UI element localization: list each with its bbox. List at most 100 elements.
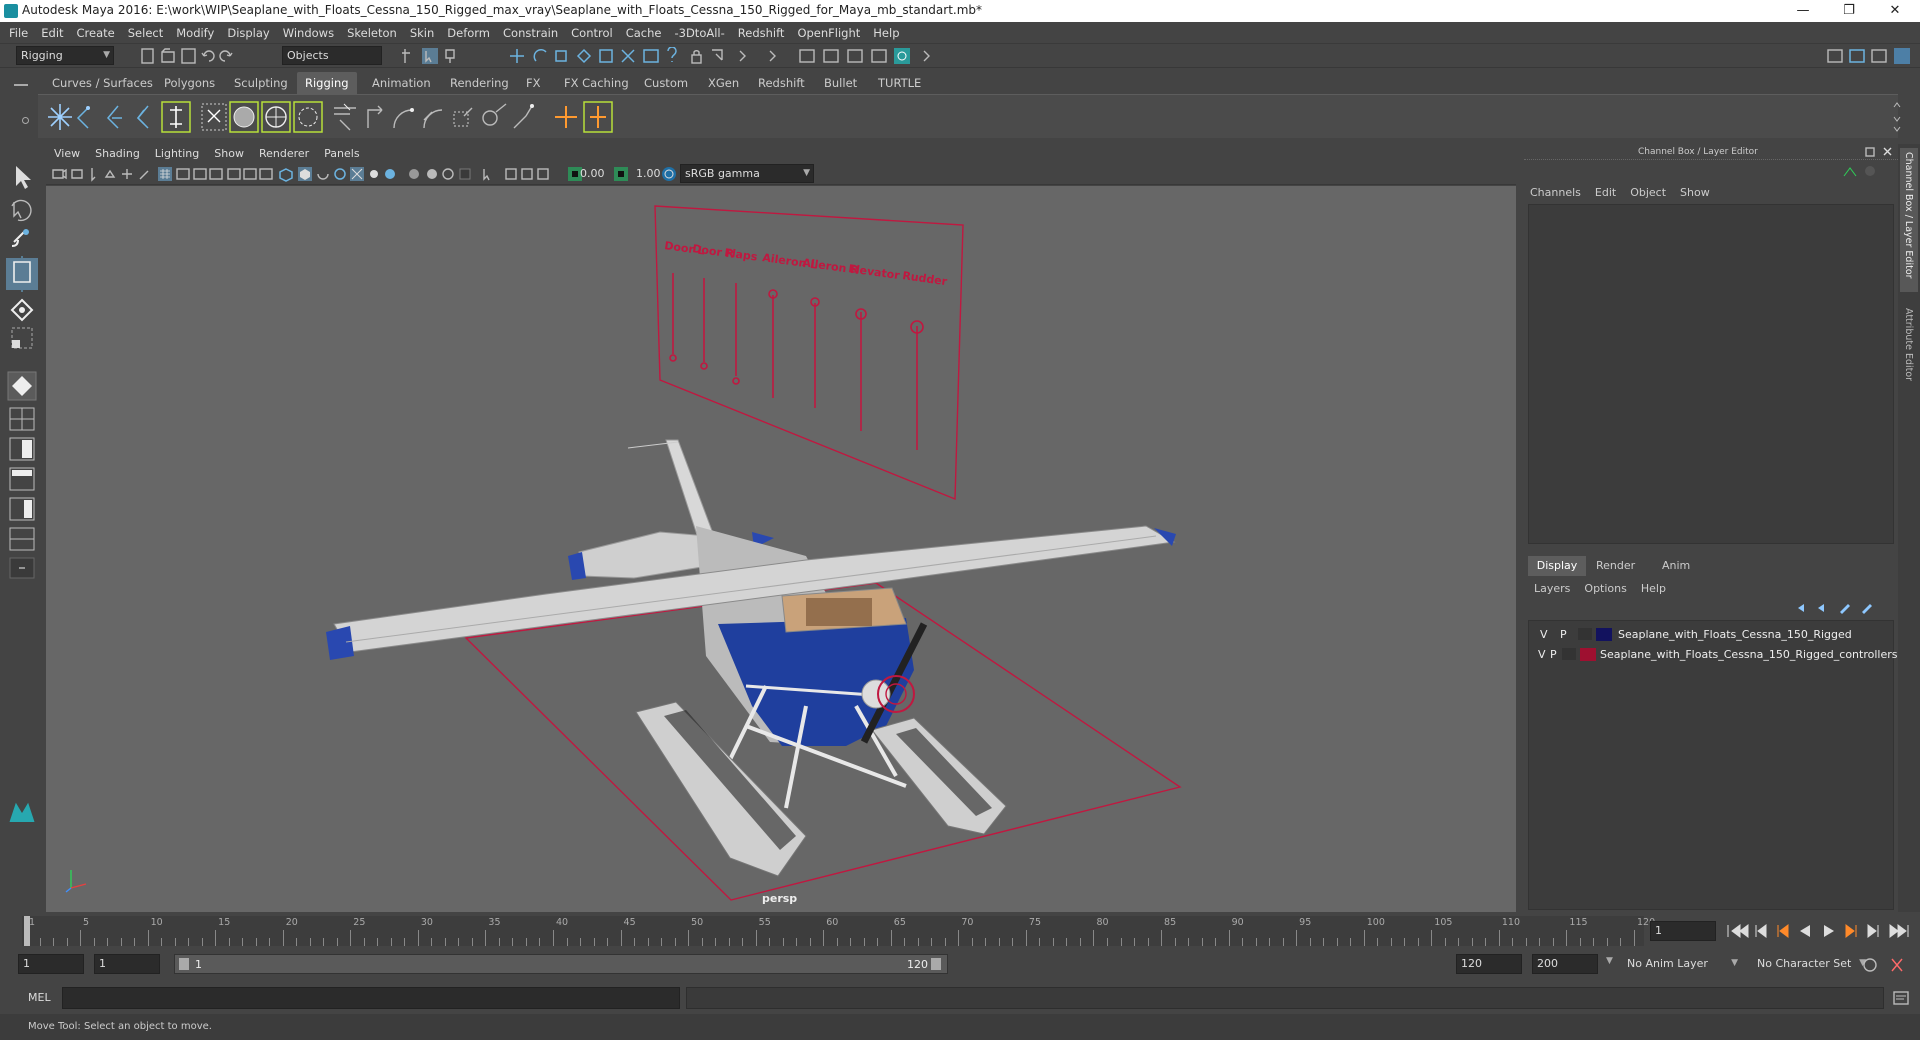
channel-menu-object[interactable]: Object	[1630, 186, 1666, 199]
layer-type-toggle[interactable]	[1562, 648, 1576, 660]
layer-name[interactable]: Seaplane_with_Floats_Cessna_150_Rigged_c…	[1600, 648, 1897, 661]
channel-box-key-icons[interactable]	[1840, 162, 1880, 180]
layer-visibility-toggle[interactable]: V	[1540, 628, 1548, 641]
close-button[interactable]: ✕	[1872, 0, 1918, 22]
channel-menu-channels[interactable]: Channels	[1530, 186, 1581, 199]
layer-color-swatch[interactable]	[1596, 628, 1612, 641]
playback-start-field[interactable]: 1	[94, 954, 160, 974]
toolbox-icons[interactable]	[6, 162, 38, 822]
layer-type-toggle[interactable]	[1578, 628, 1592, 640]
menu-openflight[interactable]: OpenFlight	[797, 22, 860, 44]
seaplane-model[interactable]	[326, 439, 1176, 877]
exposure-value[interactable]: 0.00	[580, 167, 605, 180]
menu-skin[interactable]: Skin	[410, 22, 434, 44]
minimize-button[interactable]: —	[1780, 0, 1826, 22]
color-management-icon[interactable]	[660, 165, 678, 183]
menu-modify[interactable]: Modify	[176, 22, 214, 44]
layer-playback-toggle[interactable]: P	[1550, 648, 1557, 661]
view-transform-selector[interactable]: sRGB gamma ▼	[680, 164, 814, 183]
range-start-handle[interactable]	[179, 958, 189, 970]
tab-custom[interactable]: Custom	[636, 72, 696, 94]
playback-controls[interactable]	[1726, 923, 1916, 939]
tab-xgen[interactable]: XGen	[700, 72, 747, 94]
layer-playback-toggle[interactable]: P	[1560, 628, 1567, 641]
channel-box-area[interactable]	[1528, 204, 1894, 544]
tab-sculpting[interactable]: Sculpting	[226, 72, 296, 94]
file-tools-icons[interactable]	[140, 47, 240, 65]
layer-action-icons[interactable]	[1794, 600, 1894, 616]
tab-redshift[interactable]: Redshift	[750, 72, 813, 94]
time-slider[interactable]: 1 5 10 15 20 25 30 35 40 45 50 55 60 65 70 75 80 85 90 95 10…	[0, 916, 1920, 946]
command-input[interactable]	[62, 987, 680, 1009]
channel-menu-edit[interactable]: Edit	[1595, 186, 1616, 199]
shelf-scroll-icon[interactable]	[1892, 99, 1902, 135]
layer-name[interactable]: Seaplane_with_Floats_Cessna_150_Rigged	[1618, 628, 1852, 641]
anim-layer-selector[interactable]: No Anim Layer ▼	[1622, 954, 1742, 973]
layer-tab-display[interactable]: Display	[1528, 556, 1586, 576]
character-set-selector[interactable]: No Character Set ▼	[1752, 954, 1870, 973]
menu-cache[interactable]: Cache	[626, 22, 662, 44]
tab-animation[interactable]: Animation	[364, 72, 439, 94]
menu-file[interactable]: File	[9, 22, 28, 44]
restore-button[interactable]: ❐	[1826, 0, 1872, 22]
side-tab-attribute-editor[interactable]: Attribute Editor	[1900, 304, 1918, 400]
layer-menu-options[interactable]: Options	[1584, 582, 1626, 595]
tab-curves-surfaces[interactable]: Curves / Surfaces	[44, 72, 161, 94]
side-tab-channel-box[interactable]: Channel Box / Layer Editor	[1900, 148, 1918, 292]
menu-skeleton[interactable]: Skeleton	[347, 22, 397, 44]
tab-fx-caching[interactable]: FX Caching	[556, 72, 637, 94]
shelf-menu-icon[interactable]	[14, 84, 28, 86]
menu-display[interactable]: Display	[227, 22, 269, 44]
menu-help[interactable]: Help	[873, 22, 899, 44]
playback-end-field[interactable]: 120	[1456, 954, 1522, 974]
menu-deform[interactable]: Deform	[447, 22, 490, 44]
controller-sliders[interactable]	[669, 273, 924, 450]
status-tool-icons[interactable]	[400, 47, 940, 65]
tab-fx[interactable]: FX	[518, 72, 549, 94]
tab-rigging[interactable]: Rigging	[297, 72, 357, 94]
panel-menu-lighting[interactable]: Lighting	[155, 144, 199, 163]
scene-view[interactable]: Door L Door R Flaps Aileron L Aileron R …	[46, 186, 1516, 912]
gamma-icon[interactable]	[612, 165, 630, 183]
range-slider[interactable]: 1 120	[174, 954, 948, 974]
panel-menu-panels[interactable]: Panels	[324, 144, 359, 163]
tab-turtle[interactable]: TURTLE	[870, 72, 929, 94]
layer-row[interactable]: V P Seaplane_with_Floats_Cessna_150_Rigg…	[1532, 645, 1897, 665]
layer-visibility-toggle[interactable]: V	[1538, 648, 1546, 661]
layer-menu-help[interactable]: Help	[1641, 582, 1666, 595]
script-editor-icon[interactable]	[1892, 990, 1910, 1006]
tab-polygons[interactable]: Polygons	[156, 72, 223, 94]
current-frame-marker[interactable]	[24, 916, 30, 946]
tab-rendering[interactable]: Rendering	[442, 72, 517, 94]
chevron-down-icon[interactable]: ▼	[1606, 956, 1613, 966]
panel-menu-renderer[interactable]: Renderer	[259, 144, 309, 163]
menu-select[interactable]: Select	[128, 22, 163, 44]
layer-row[interactable]: V P Seaplane_with_Floats_Cessna_150_Rigg…	[1532, 625, 1888, 645]
panel-menu-shading[interactable]: Shading	[95, 144, 140, 163]
menu-3dtoall[interactable]: -3DtoAll-	[674, 22, 724, 44]
gamma-value[interactable]: 1.00	[636, 167, 661, 180]
shelf-options-icon[interactable]	[22, 117, 29, 124]
menu-redshift[interactable]: Redshift	[738, 22, 785, 44]
panel-menu-show[interactable]: Show	[214, 144, 244, 163]
panel-menu-view[interactable]: View	[54, 144, 80, 163]
animation-start-field[interactable]: 1	[18, 954, 84, 974]
selection-mask-selector[interactable]: Objects	[282, 46, 382, 65]
menu-windows[interactable]: Windows	[283, 22, 334, 44]
command-language-label[interactable]: MEL	[28, 991, 51, 1004]
range-extra-icons[interactable]	[1862, 956, 1912, 974]
layer-tab-render[interactable]: Render	[1596, 559, 1635, 572]
animation-end-field[interactable]: 200	[1532, 954, 1598, 974]
range-end-handle[interactable]	[931, 958, 941, 970]
menu-control[interactable]: Control	[571, 22, 613, 44]
layer-menu-layers[interactable]: Layers	[1534, 582, 1570, 595]
persp-viewport[interactable]: Door L Door R Flaps Aileron L Aileron R …	[46, 186, 1516, 912]
shelf-tool-icons[interactable]	[44, 100, 684, 134]
current-frame-field[interactable]: 1	[1650, 921, 1716, 941]
workspace-icons[interactable]	[1826, 47, 1918, 65]
panel-float-close-icons[interactable]	[1864, 146, 1894, 158]
menu-constrain[interactable]: Constrain	[503, 22, 558, 44]
menu-edit[interactable]: Edit	[41, 22, 63, 44]
menu-create[interactable]: Create	[77, 22, 115, 44]
channel-menu-show[interactable]: Show	[1680, 186, 1710, 199]
